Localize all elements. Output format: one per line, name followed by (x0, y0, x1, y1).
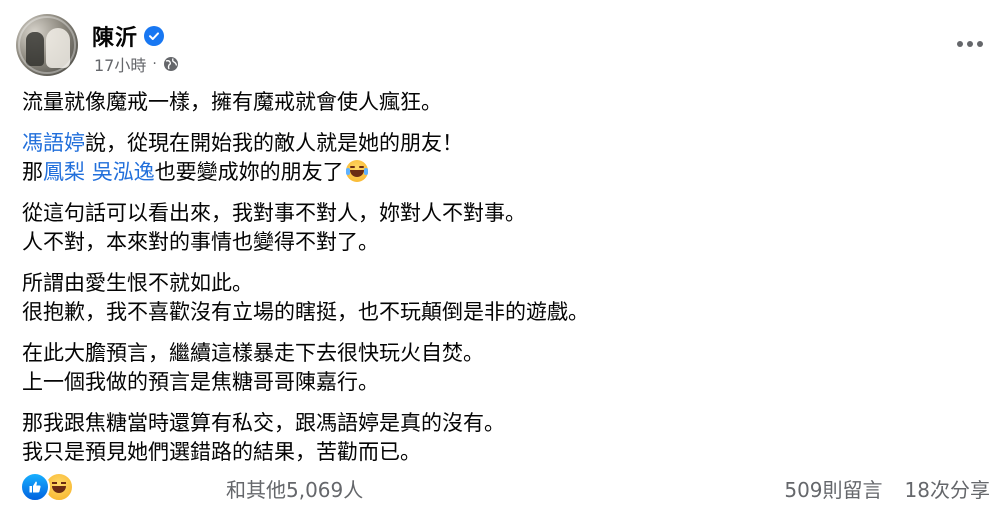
post-header: 陳沂 17小時 · (16, 14, 992, 78)
text-line: 我只是預見她們選錯路的結果，苦勸而已。 (22, 440, 421, 464)
post-timestamp[interactable]: 17小時 (94, 52, 146, 76)
author-avatar[interactable] (16, 14, 78, 76)
post-body: 流量就像魔戒一樣，擁有魔戒就會使人瘋狂。 馮語婷說，從現在開始我的敵人就是她的朋… (22, 88, 982, 479)
reaction-count[interactable]: 和其他5,069人 (226, 474, 363, 503)
text-line: 上一個我做的預言是焦糖哥哥陳嘉行。 (22, 370, 379, 394)
paragraph-3: 從這句話可以看出來，我對事不對人，妳對人不對事。 人不對，本來對的事情也變得不對… (22, 199, 982, 257)
like-icon[interactable] (20, 472, 50, 502)
paragraph-5: 在此大膽預言，繼續這樣暴走下去很快玩火自焚。 上一個我做的預言是焦糖哥哥陳嘉行。 (22, 339, 982, 397)
reaction-icons[interactable] (20, 472, 74, 502)
text-line: 很抱歉，我不喜歡沒有立場的瞎挺，也不玩顛倒是非的遊戲。 (22, 300, 589, 324)
mention-link[interactable]: 馮語婷 (22, 131, 85, 155)
text-line: 流量就像魔戒一樣，擁有魔戒就會使人瘋狂。 (22, 90, 442, 114)
author-name[interactable]: 陳沂 (92, 20, 138, 52)
post-stats: 509則留言 18次分享 (784, 474, 990, 503)
paragraph-4: 所謂由愛生恨不就如此。 很抱歉，我不喜歡沒有立場的瞎挺，也不玩顛倒是非的遊戲。 (22, 269, 982, 327)
more-dot (957, 41, 963, 47)
paragraph-1: 流量就像魔戒一樣，擁有魔戒就會使人瘋狂。 (22, 88, 982, 117)
text-line: 在此大膽預言，繼續這樣暴走下去很快玩火自焚。 (22, 341, 484, 365)
author-row: 陳沂 (92, 20, 165, 52)
more-options-icon[interactable] (952, 32, 988, 56)
text-segment: 也要變成妳的朋友了 (154, 160, 344, 184)
share-count[interactable]: 18次分享 (905, 474, 990, 503)
text-line: 那鳳梨 吳泓逸也要變成妳的朋友了 (22, 158, 982, 187)
text-segment (85, 160, 92, 184)
text-segment: 那 (22, 160, 43, 184)
text-line: 從這句話可以看出來，我對事不對人，妳對人不對事。 (22, 201, 526, 225)
text-line: 人不對，本來對的事情也變得不對了。 (22, 230, 379, 254)
comment-count[interactable]: 509則留言 (784, 474, 882, 503)
verified-badge-icon (144, 26, 165, 46)
globe-icon[interactable] (163, 56, 179, 72)
post-footer: 和其他5,069人 509則留言 18次分享 (20, 470, 990, 506)
mention-link[interactable]: 鳳梨 (43, 160, 85, 184)
text-line: 所謂由愛生恨不就如此。 (22, 271, 253, 295)
more-dot (977, 41, 983, 47)
text-segment: 說，從現在開始我的敵人就是她的朋友！ (85, 131, 463, 155)
avatar-ring (18, 16, 76, 74)
paragraph-2: 馮語婷說，從現在開始我的敵人就是她的朋友！ 那鳳梨 吳泓逸也要變成妳的朋友了 (22, 129, 982, 187)
meta-separator: · (152, 56, 157, 72)
more-dot (967, 41, 973, 47)
mention-link[interactable]: 吳泓逸 (92, 160, 155, 184)
text-line: 那我跟焦糖當時還算有私交，跟馮語婷是真的沒有。 (22, 411, 505, 435)
paragraph-6: 那我跟焦糖當時還算有私交，跟馮語婷是真的沒有。 我只是預見她們選錯路的結果，苦勸… (22, 409, 982, 467)
tears-of-joy-emoji-icon (345, 160, 368, 182)
post-meta: 17小時 · (94, 52, 179, 76)
text-line: 馮語婷說，從現在開始我的敵人就是她的朋友！ (22, 129, 982, 158)
